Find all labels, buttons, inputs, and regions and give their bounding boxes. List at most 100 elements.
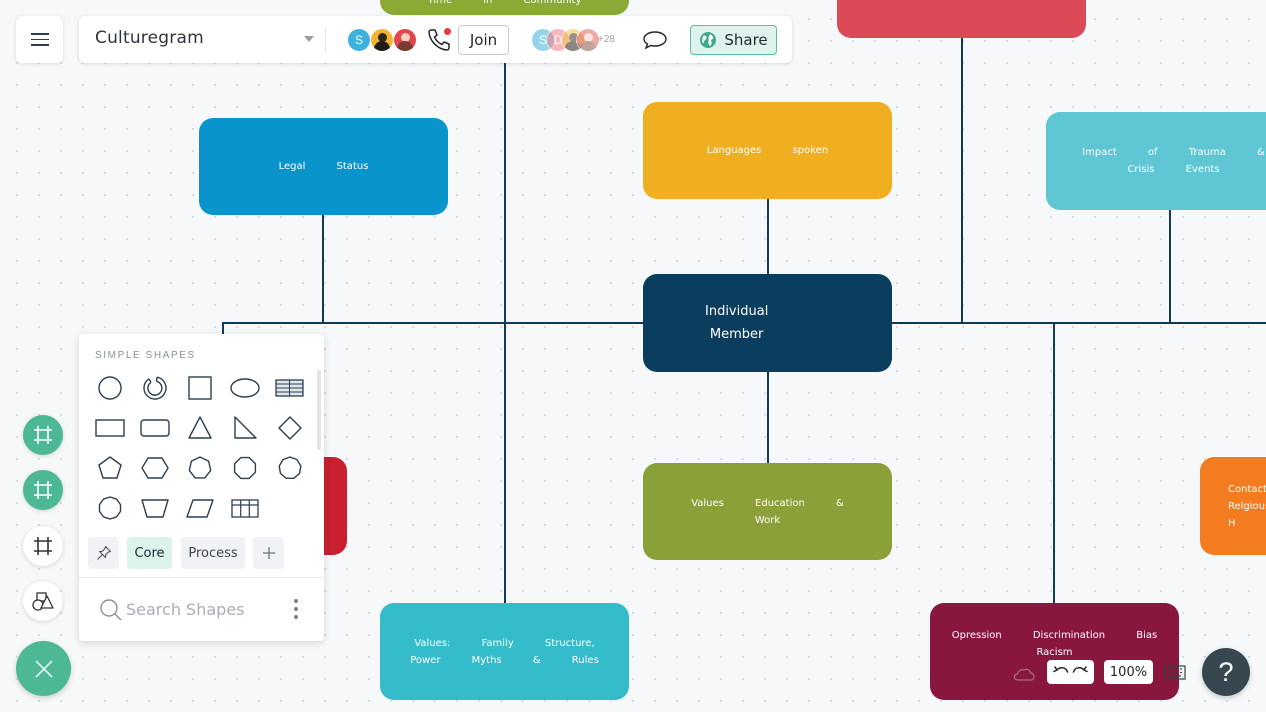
undo-icon <box>1053 666 1068 673</box>
shape-table-grid[interactable] <box>227 490 263 526</box>
connector <box>504 63 506 603</box>
shape-hexagon[interactable] <box>137 450 173 486</box>
search-shapes-input[interactable] <box>126 596 276 622</box>
globe-icon <box>700 32 717 48</box>
connector <box>1169 209 1171 323</box>
top-toolbar: Culturegram S Join S D +28 Share <box>79 16 792 63</box>
shape-octagon[interactable] <box>227 450 263 486</box>
viewer-avatar[interactable] <box>576 28 600 52</box>
main-menu-button[interactable] <box>16 16 63 63</box>
connector <box>1053 322 1055 603</box>
shape-search <box>99 596 309 622</box>
undo-button[interactable] <box>1053 665 1069 679</box>
node-legal-status[interactable]: Legal Status <box>199 118 448 215</box>
node-time-in-community[interactable]: Time in Community <box>380 0 629 15</box>
avatar[interactable]: S <box>347 28 371 52</box>
keyboard-icon <box>1164 665 1186 680</box>
shape-rounded-rectangle[interactable] <box>137 410 173 446</box>
shapes-panel: SIMPLE SHAPES Core Process Search Shapes <box>79 334 324 641</box>
node-label: Values Education & Work <box>691 497 844 526</box>
tab-pinned[interactable] <box>88 537 119 569</box>
chevron-down-icon[interactable] <box>304 36 314 42</box>
tab-process[interactable]: Process <box>181 537 245 569</box>
more-viewers-count[interactable]: +28 <box>598 34 615 45</box>
shape-ellipse[interactable] <box>227 370 263 406</box>
frame-grid-icon <box>34 426 52 444</box>
panel-scrollbar[interactable] <box>317 370 321 450</box>
connector <box>767 371 769 463</box>
shape-parallelogram[interactable] <box>182 490 218 526</box>
tab-add-library[interactable] <box>253 537 284 569</box>
frame-tool-active-button[interactable] <box>23 415 63 455</box>
node-impact-of-trauma[interactable]: Impact of Trauma & Crisis Events <box>1046 112 1266 210</box>
node-languages-spoken[interactable]: Languages spoken <box>643 102 892 199</box>
node-contact-religious[interactable]: Contact Relgious H <box>1200 457 1266 555</box>
node-values-education-work[interactable]: Values Education & Work <box>643 463 892 560</box>
divider <box>325 28 326 52</box>
document-title[interactable]: Culturegram <box>95 28 204 48</box>
connector <box>767 199 769 275</box>
pin-icon <box>96 545 111 560</box>
share-label: Share <box>724 31 768 49</box>
shape-trapezoid[interactable] <box>137 490 173 526</box>
shape-table-lines[interactable] <box>272 370 308 406</box>
frame-grid-icon <box>34 537 52 555</box>
shape-diamond[interactable] <box>272 410 308 446</box>
node-opression[interactable]: Opression Discrimination Bias Racism <box>930 603 1179 700</box>
node-individual-member[interactable]: Individual Member <box>643 274 892 372</box>
node-label: Time in Community <box>427 0 582 6</box>
shapes-tool-button[interactable] <box>23 581 63 621</box>
shape-donut[interactable] <box>137 370 173 406</box>
tab-core[interactable]: Core <box>127 537 172 569</box>
node-label: Languages spoken <box>706 145 829 156</box>
close-icon <box>34 659 53 678</box>
node-label: Opression Discrimination Bias Racism <box>951 630 1158 658</box>
redo-icon <box>1073 666 1088 673</box>
avatar[interactable] <box>393 28 417 52</box>
call-button[interactable] <box>426 27 452 53</box>
shape-decagon[interactable] <box>92 490 128 526</box>
shape-square[interactable] <box>182 370 218 406</box>
undo-redo-group <box>1047 660 1094 684</box>
node-label-line: Member <box>709 327 764 342</box>
avatar-initial: S <box>354 33 363 47</box>
node-values-family[interactable]: Values: Family Structure, Power Myths & … <box>380 603 629 700</box>
comment-bubble-icon <box>643 31 667 50</box>
plus-icon <box>262 547 275 559</box>
shape-nonagon[interactable] <box>272 450 308 486</box>
shape-circle[interactable] <box>92 370 128 406</box>
connector <box>322 215 324 323</box>
node-label-line: Individual <box>705 304 769 319</box>
call-active-indicator <box>444 28 451 35</box>
shape-rectangle[interactable] <box>92 410 128 446</box>
shape-right-triangle[interactable] <box>227 410 263 446</box>
shape-pentagon[interactable] <box>92 450 128 486</box>
divider <box>79 577 324 578</box>
node-top-red[interactable] <box>837 0 1086 38</box>
frame-tool-button[interactable] <box>23 526 63 566</box>
comments-button[interactable] <box>641 28 669 52</box>
share-button[interactable]: Share <box>690 25 777 55</box>
node-label: Legal Status <box>278 161 369 172</box>
more-vertical-icon[interactable] <box>293 599 299 619</box>
redo-button[interactable] <box>1072 665 1088 679</box>
connector <box>961 38 963 323</box>
node-label: Values: Family Structure, Power Myths & … <box>410 637 599 666</box>
node-label: Impact of Trauma & Crisis Events <box>1082 147 1265 175</box>
frame-tool-secondary-button[interactable] <box>23 470 63 510</box>
hamburger-menu-icon <box>30 33 49 46</box>
shape-heptagon[interactable] <box>182 450 218 486</box>
help-button[interactable]: ? <box>1202 648 1250 696</box>
keyboard-shortcuts-button[interactable] <box>1164 665 1186 680</box>
avatar[interactable] <box>370 28 394 52</box>
join-call-button[interactable]: Join <box>458 25 509 55</box>
shape-triangle[interactable] <box>182 410 218 446</box>
frame-grid-icon <box>34 481 52 499</box>
connector <box>222 322 224 334</box>
shapes-icon <box>32 592 54 611</box>
zoom-level-button[interactable]: 100% <box>1104 660 1153 684</box>
close-panel-button[interactable] <box>16 641 71 696</box>
cloud-sync-icon <box>1013 668 1035 681</box>
search-icon <box>100 599 122 621</box>
node-label: Contact Relgious H <box>1228 483 1266 529</box>
